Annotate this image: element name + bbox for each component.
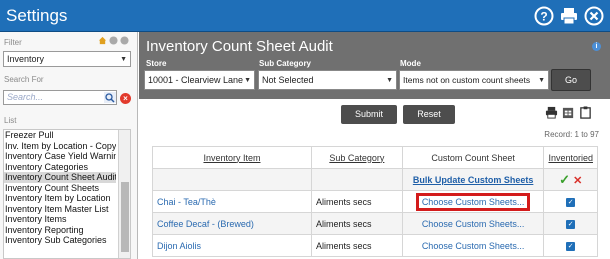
title-bar: Settings ? <box>0 0 610 32</box>
list-item[interactable]: Inventory Items <box>4 214 116 225</box>
check-all-icon[interactable]: ✓ <box>559 172 570 187</box>
uncheck-all-icon[interactable]: ✕ <box>573 175 582 187</box>
chevron-down-icon: ▼ <box>244 76 251 84</box>
subcategory-cell: Aliments secs <box>310 190 403 213</box>
empty-cell <box>310 168 403 191</box>
home-icon[interactable] <box>98 36 107 45</box>
list-item[interactable]: Freezer Pull <box>4 130 116 141</box>
choose-custom-sheets-link[interactable]: Choose Custom Sheets... <box>401 212 545 235</box>
info-icon[interactable]: i <box>592 42 601 51</box>
inventoried-checkbox[interactable]: ✓ <box>566 198 576 207</box>
list-item[interactable]: Inventory Categories <box>4 162 116 173</box>
inventoried-checkbox[interactable]: ✓ <box>566 242 576 251</box>
bulk-update-link[interactable]: Bulk Update Custom Sheets <box>413 175 534 185</box>
print-icon[interactable] <box>558 5 579 26</box>
mode-label: Mode <box>400 59 421 68</box>
chevron-down-icon: ▼ <box>538 76 545 84</box>
list-item[interactable]: Inventory Item Master List <box>4 204 116 215</box>
list-item[interactable]: Inventory Sub Categories <box>4 235 116 246</box>
filter-label: Filter <box>4 38 22 47</box>
subcategory-select[interactable]: Not Selected ▼ <box>258 70 397 90</box>
list-item-selected[interactable]: Inventory Count Sheet Audit <box>4 172 116 183</box>
item-link[interactable]: Dijon Aiolis <box>152 234 312 257</box>
mode-select[interactable]: Items not on custom count sheets ▼ <box>399 70 549 90</box>
table-row-bulk: Bulk Update Custom Sheets ✓ ✕ <box>152 168 598 191</box>
submit-button[interactable]: Submit <box>341 105 397 124</box>
audit-table: Inventory Item Sub Category Custom Count… <box>152 146 598 257</box>
main-content: Inventory Count Sheet Audit i Store 1000… <box>139 32 610 259</box>
subcategory-value: Not Selected <box>262 75 314 85</box>
subcategory-label: Sub Category <box>259 59 312 68</box>
export-icon[interactable] <box>562 106 575 119</box>
go-button[interactable]: Go <box>551 69 591 91</box>
choose-custom-sheets-link[interactable]: Choose Custom Sheets... <box>401 234 545 257</box>
inventoried-checkbox[interactable]: ✓ <box>566 220 576 229</box>
search-label: Search For <box>4 75 44 84</box>
list-item[interactable]: Inventory Item by Location <box>4 193 116 204</box>
subcategory-cell: Aliments secs <box>310 234 403 257</box>
list-item[interactable]: Inventory Reporting <box>4 225 116 236</box>
add-icon[interactable] <box>109 36 118 45</box>
column-header-item[interactable]: Inventory Item <box>152 146 312 169</box>
item-link[interactable]: Coffee Decaf - (Brewed) <box>152 212 312 235</box>
clipboard-icon[interactable] <box>579 106 592 119</box>
report-list: Freezer Pull Inv. Item by Location - Cop… <box>3 129 131 259</box>
list-item[interactable]: Inv. Item by Location - Copy <box>4 141 116 152</box>
svg-text:?: ? <box>540 9 547 23</box>
sidebar: Filter Inventory ▼ Search For Search... … <box>0 32 138 259</box>
clear-icon[interactable]: × <box>120 93 131 104</box>
list-label: List <box>4 116 17 125</box>
page-title: Inventory Count Sheet Audit <box>146 38 333 55</box>
scroll-thumb[interactable] <box>121 182 129 252</box>
table-header-row: Inventory Item Sub Category Custom Count… <box>152 146 598 169</box>
table-row: Dijon Aiolis Aliments secs Choose Custom… <box>152 234 598 257</box>
record-count: Record: 1 to 97 <box>544 130 599 139</box>
list-item[interactable]: Inventory Count Sheets <box>4 183 116 194</box>
store-label: Store <box>146 59 167 68</box>
print-icon[interactable] <box>545 106 558 119</box>
mode-value: Items not on custom count sheets <box>403 75 531 85</box>
column-header-subcategory[interactable]: Sub Category <box>310 146 403 169</box>
chevron-down-icon: ▼ <box>120 55 127 63</box>
store-select[interactable]: 10001 - Clearview Lane ▼ <box>144 70 255 90</box>
chevron-down-icon: ▼ <box>386 76 393 84</box>
choose-custom-sheets-link[interactable]: Choose Custom Sheets... <box>415 192 531 211</box>
list-item[interactable]: Inventory Case Yield Warning <box>4 151 116 162</box>
search-icon[interactable] <box>104 92 116 103</box>
filter-select-value: Inventory <box>7 54 45 64</box>
table-row: Chai - Tea/Thè Aliments secs Choose Cust… <box>152 190 598 213</box>
column-header-custom: Custom Count Sheet <box>401 146 545 169</box>
column-header-inventoried[interactable]: Inventoried <box>543 146 598 169</box>
item-link[interactable]: Chai - Tea/Thè <box>152 190 312 213</box>
subcategory-cell: Aliments secs <box>310 212 403 235</box>
store-value: 10001 - Clearview Lane <box>148 75 244 85</box>
empty-cell <box>152 168 312 191</box>
forward-icon[interactable] <box>120 36 129 45</box>
filter-select[interactable]: Inventory ▼ <box>3 51 131 67</box>
table-row: Coffee Decaf - (Brewed) Aliments secs Ch… <box>152 212 598 235</box>
close-icon[interactable] <box>583 5 604 26</box>
reset-button[interactable]: Reset <box>403 105 455 124</box>
window-title: Settings <box>6 6 68 25</box>
page-header: Inventory Count Sheet Audit i Store 1000… <box>139 32 610 99</box>
list-scrollbar[interactable] <box>118 130 130 258</box>
search-input[interactable]: Search... <box>3 90 117 105</box>
help-icon[interactable]: ? <box>533 5 554 26</box>
